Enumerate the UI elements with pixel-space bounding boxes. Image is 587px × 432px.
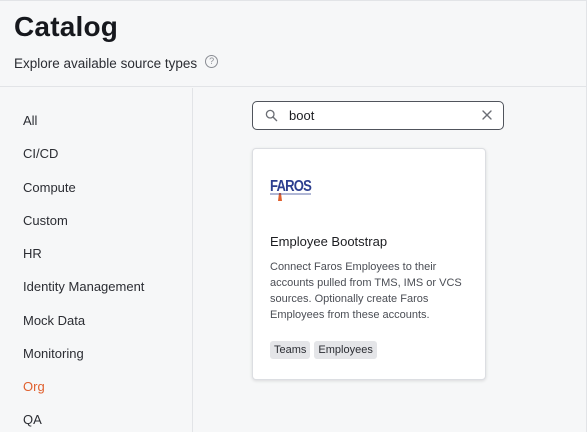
sidebar-item-compute[interactable]: Compute	[23, 180, 76, 195]
card-title: Employee Bootstrap	[270, 234, 388, 249]
page-header: Catalog Explore available source types ?	[0, 1, 586, 87]
card-tags: Teams Employees	[270, 341, 377, 359]
sidebar-item-custom[interactable]: Custom	[23, 213, 68, 228]
catalog-main: FAROS Employee Bootstrap Connect Faros E…	[194, 88, 586, 432]
sidebar-item-identity-management[interactable]: Identity Management	[23, 279, 144, 294]
search-box[interactable]	[252, 101, 504, 130]
page-title: Catalog	[14, 11, 119, 42]
help-icon[interactable]: ?	[205, 55, 219, 68]
sidebar-item-all[interactable]: All	[23, 113, 37, 128]
faros-logo-text: FAROS	[270, 178, 312, 195]
sidebar-item-qa[interactable]: QA	[23, 412, 42, 427]
sidebar-item-mock-data[interactable]: Mock Data	[23, 313, 85, 328]
tag-teams: Teams	[270, 341, 311, 359]
card-description: Connect Faros Employees to their account…	[270, 261, 462, 321]
sidebar-item-ci-cd[interactable]: CI/CD	[23, 146, 58, 161]
sidebar-item-monitoring[interactable]: Monitoring	[23, 346, 84, 361]
close-icon[interactable]	[481, 109, 493, 121]
subtitle-row: Explore available source types ?	[14, 55, 219, 71]
faros-logo: FAROS	[270, 178, 313, 201]
sidebar-item-hr[interactable]: HR	[23, 246, 42, 261]
catalog-page: Catalog Explore available source types ?…	[0, 0, 587, 432]
search-input[interactable]	[289, 106, 469, 125]
category-sidebar: All CI/CD Compute Custom HR Identity Man…	[0, 88, 193, 432]
sidebar-item-org[interactable]: Org	[23, 379, 45, 394]
search-icon	[265, 109, 278, 122]
source-card-employee-bootstrap[interactable]: FAROS Employee Bootstrap Connect Faros E…	[252, 148, 486, 380]
page-subtitle: Explore available source types	[14, 56, 198, 71]
tag-employees: Employees	[314, 341, 377, 359]
